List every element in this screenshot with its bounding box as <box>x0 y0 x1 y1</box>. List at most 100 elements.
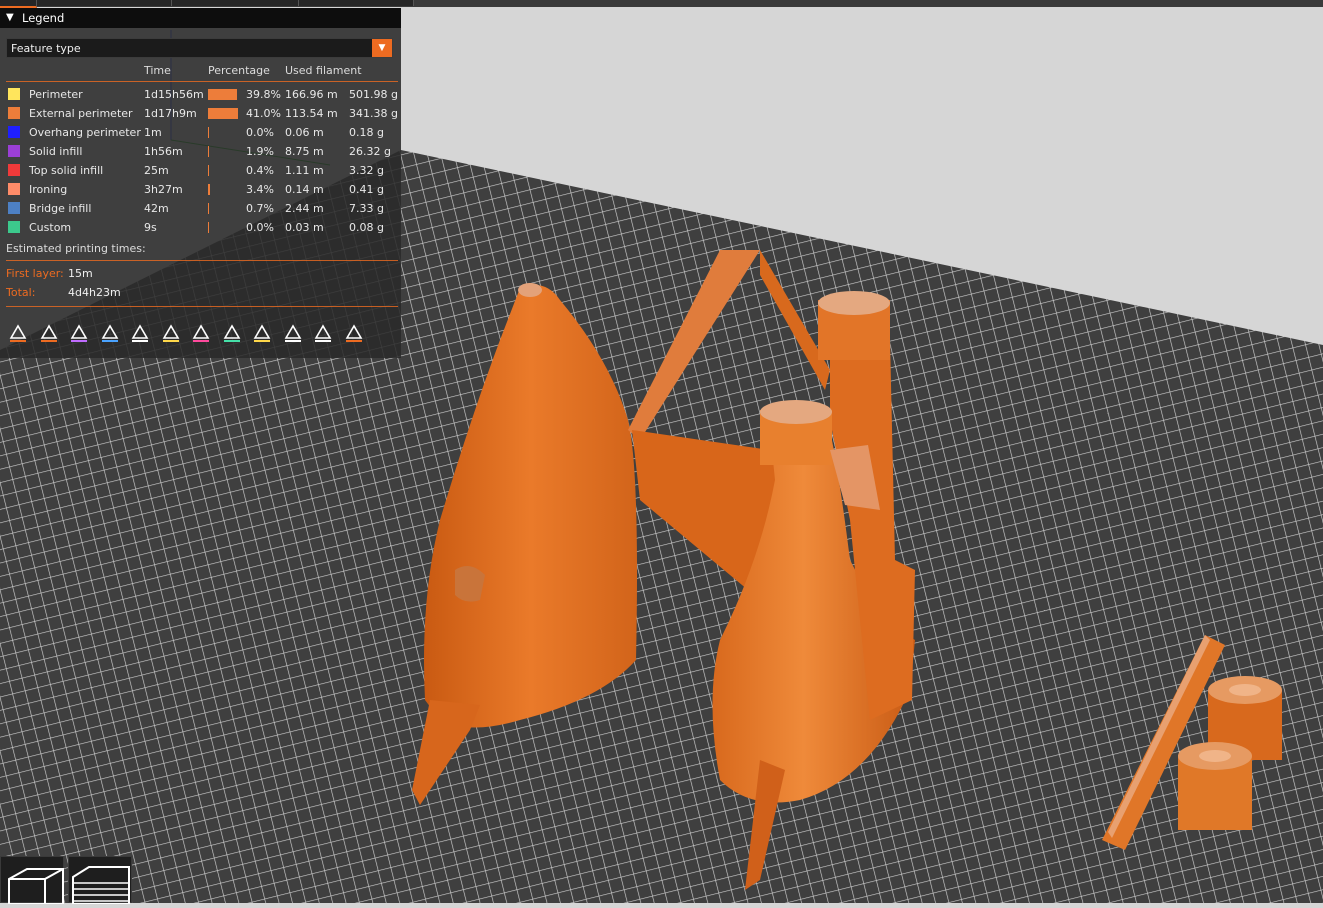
row-name: Overhang perimeter <box>29 126 141 139</box>
legend-panel: ▼ Legend Feature type ▼ Time Percentage … <box>0 8 401 358</box>
view-type-value: Feature type <box>11 42 81 55</box>
color-swatch <box>8 126 20 138</box>
row-weight: 501.98 g <box>349 88 398 101</box>
row-time: 9s <box>144 221 157 234</box>
3d-view-icon <box>8 868 64 905</box>
row-name: Perimeter <box>29 88 83 101</box>
chevron-down-icon[interactable]: ▼ <box>372 39 392 57</box>
retractions-icon[interactable] <box>67 320 91 344</box>
toolbar-separator <box>6 306 398 307</box>
total-label: Total: <box>6 286 36 299</box>
row-length: 0.03 m <box>285 221 324 234</box>
row-percentage: 3.4% <box>246 183 274 196</box>
percentage-bar <box>208 222 209 233</box>
percentage-bar <box>208 146 210 157</box>
legend-row[interactable]: Perimeter 1d15h56m 39.8% 166.96 m 501.98 g <box>0 85 401 104</box>
percentage-bar <box>208 127 209 138</box>
row-percentage: 0.0% <box>246 126 274 139</box>
tab-4[interactable] <box>299 0 414 6</box>
legend-row[interactable]: External perimeter 1d17h9m 41.0% 113.54 m 34… <box>0 104 401 123</box>
collapse-triangle-icon[interactable]: ▼ <box>6 12 14 23</box>
row-time: 1d15h56m <box>144 88 204 101</box>
row-length: 2.44 m <box>285 202 324 215</box>
row-percentage: 41.0% <box>246 107 281 120</box>
row-weight: 26.32 g <box>349 145 391 158</box>
row-percentage: 1.9% <box>246 145 274 158</box>
row-time: 1m <box>144 126 162 139</box>
row-time: 3h27m <box>144 183 183 196</box>
color-swatch <box>8 202 20 214</box>
row-length: 0.14 m <box>285 183 324 196</box>
row-length: 166.96 m <box>285 88 338 101</box>
first-layer-label: First layer: <box>6 267 64 280</box>
legend-row[interactable]: Bridge infill 42m 0.7% 2.44 m 7.33 g <box>0 199 401 218</box>
row-length: 8.75 m <box>285 145 324 158</box>
color-swatch <box>8 183 20 195</box>
legend-title: Legend <box>22 11 65 25</box>
times-separator <box>6 260 398 261</box>
row-percentage: 0.4% <box>246 164 274 177</box>
column-time: Time <box>144 64 171 77</box>
first-layer-value: 15m <box>68 267 93 280</box>
row-weight: 0.08 g <box>349 221 384 234</box>
color-changes-icon[interactable] <box>189 320 213 344</box>
custom-gcode-icon[interactable] <box>250 320 274 344</box>
row-name: Custom <box>29 221 72 234</box>
color-swatch <box>8 164 20 176</box>
estimated-times-label: Estimated printing times: <box>6 242 146 255</box>
legend-row[interactable]: Solid infill 1h56m 1.9% 8.75 m 26.32 g <box>0 142 401 161</box>
view-3d-button[interactable] <box>0 856 64 905</box>
percentage-bar <box>208 108 238 119</box>
preview-layers-icon <box>72 866 130 905</box>
pause-prints-icon[interactable] <box>220 320 244 344</box>
tab-1[interactable] <box>0 0 37 8</box>
top-tab-strip <box>0 0 1323 8</box>
tool-marker-icon[interactable] <box>342 320 366 344</box>
row-name: External perimeter <box>29 107 133 120</box>
row-time: 1d17h9m <box>144 107 197 120</box>
tab-2[interactable] <box>37 0 172 6</box>
column-used-filament: Used filament <box>285 64 362 77</box>
legend-row[interactable]: Overhang perimeter 1m 0.0% 0.06 m 0.18 g <box>0 123 401 142</box>
row-weight: 3.32 g <box>349 164 384 177</box>
color-swatch <box>8 107 20 119</box>
color-swatch <box>8 221 20 233</box>
legend-row[interactable]: Ironing 3h27m 3.4% 0.14 m 0.41 g <box>0 180 401 199</box>
row-length: 1.11 m <box>285 164 324 177</box>
travel-icon[interactable] <box>6 320 30 344</box>
color-swatch <box>8 145 20 157</box>
row-percentage: 39.8% <box>246 88 281 101</box>
row-percentage: 0.0% <box>246 221 274 234</box>
row-weight: 0.41 g <box>349 183 384 196</box>
tool-changes-icon[interactable] <box>159 320 183 344</box>
row-time: 42m <box>144 202 169 215</box>
deretractions-icon[interactable] <box>98 320 122 344</box>
column-percentage: Percentage <box>208 64 270 77</box>
legend-row[interactable]: Custom 9s 0.0% 0.03 m 0.08 g <box>0 218 401 237</box>
row-weight: 0.18 g <box>349 126 384 139</box>
seams-icon[interactable] <box>128 320 152 344</box>
row-percentage: 0.7% <box>246 202 274 215</box>
view-type-select[interactable]: Feature type ▼ <box>6 38 393 58</box>
row-length: 0.06 m <box>285 126 324 139</box>
row-name: Solid infill <box>29 145 83 158</box>
legend-row[interactable]: Top solid infill 25m 0.4% 1.11 m 3.32 g <box>0 161 401 180</box>
percentage-bar <box>208 184 211 195</box>
tab-3[interactable] <box>172 0 299 6</box>
header-separator <box>6 81 398 82</box>
row-name: Ironing <box>29 183 68 196</box>
percentage-bar <box>208 203 209 214</box>
legend-header[interactable]: ▼ Legend <box>0 8 401 28</box>
preview-button[interactable] <box>68 856 132 905</box>
row-name: Bridge infill <box>29 202 92 215</box>
percentage-bar <box>208 89 238 100</box>
wipe-icon[interactable] <box>37 320 61 344</box>
row-time: 1h56m <box>144 145 183 158</box>
row-weight: 341.38 g <box>349 107 398 120</box>
row-weight: 7.33 g <box>349 202 384 215</box>
center-of-gravity-icon[interactable] <box>281 320 305 344</box>
color-swatch <box>8 88 20 100</box>
shells-icon[interactable] <box>311 320 335 344</box>
row-length: 113.54 m <box>285 107 338 120</box>
row-name: Top solid infill <box>29 164 104 177</box>
